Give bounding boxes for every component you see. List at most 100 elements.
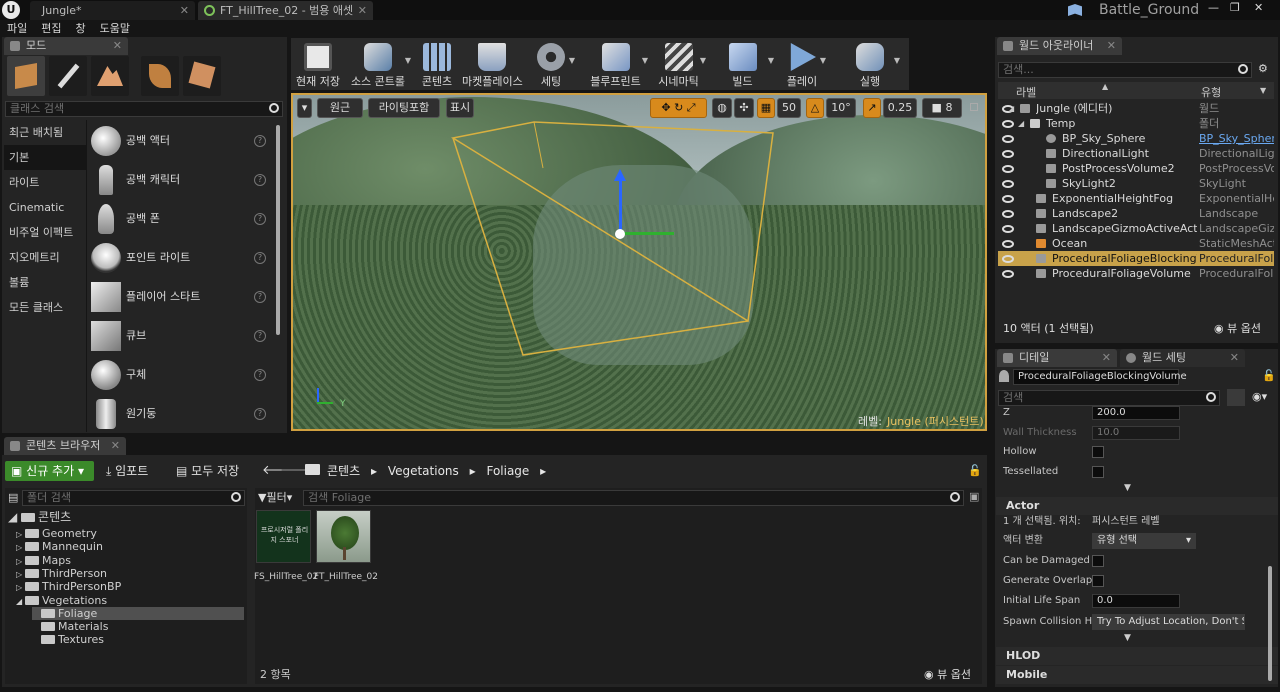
outliner-view-options[interactable]: ◉ 뷰 옵션 <box>1214 320 1261 336</box>
gizmo-z-axis[interactable] <box>619 175 622 233</box>
chevron-down-icon[interactable]: ▼ <box>1260 86 1266 95</box>
chevron-right-icon[interactable]: ▸ <box>533 464 553 478</box>
camera-speed-button[interactable]: ■ 8 <box>922 98 962 118</box>
collapsed-icon[interactable]: ▷ <box>16 581 25 594</box>
folder-search-input[interactable]: 폴더 검색 <box>22 490 245 506</box>
foliage-mode-button[interactable] <box>141 56 179 96</box>
tree-folder[interactable]: Textures <box>32 633 104 646</box>
close-icon[interactable]: ✕ <box>1230 349 1239 367</box>
visibility-eye-icon[interactable] <box>1002 120 1014 128</box>
tab-jungle[interactable]: Jungle* ✕ <box>30 1 195 20</box>
chevron-down-icon[interactable]: ▼ <box>768 56 774 65</box>
item-empty-character[interactable]: 공백 캐릭터 ? <box>88 161 276 199</box>
viewport-options-button[interactable]: ▾ <box>297 98 312 118</box>
visibility-eye-icon[interactable] <box>1002 195 1014 203</box>
spawn-collision-dropdown[interactable]: Try To Adjust Location, Don't S <box>1092 614 1245 630</box>
save-all-button[interactable]: ▤ 모두 저장 <box>176 461 239 481</box>
category-volumes[interactable]: 볼륨 <box>4 270 86 295</box>
lock-icon[interactable]: 🔓 <box>968 464 982 477</box>
item-point-light[interactable]: 포인트 라이트 ? <box>88 239 276 277</box>
rotation-snap-toggle[interactable]: △ <box>806 98 824 118</box>
launch-button[interactable]: 실행 ▼ <box>840 40 900 88</box>
tessellated-checkbox[interactable] <box>1092 466 1104 478</box>
settings-icon[interactable]: ⚙ <box>1258 62 1268 75</box>
view-mode-button[interactable]: 라이팅포함 <box>368 98 440 118</box>
scrollbar[interactable] <box>276 125 280 335</box>
details-scrollbar[interactable] <box>1268 566 1272 681</box>
paint-mode-button[interactable] <box>49 56 87 96</box>
mobile-category-header[interactable]: Mobile <box>996 666 1278 684</box>
chevron-down-icon[interactable]: ▼ <box>820 56 826 65</box>
column-label[interactable]: 라벨 <box>1016 84 1036 100</box>
scale-snap-toggle[interactable]: ↗ <box>863 98 881 118</box>
help-icon[interactable]: ? <box>254 408 266 420</box>
outliner-row[interactable]: ExponentialHeightFog ExponentialHeig <box>998 191 1274 206</box>
visibility-eye-icon[interactable] <box>1002 240 1014 248</box>
help-icon[interactable]: ? <box>254 330 266 342</box>
asset-view-options[interactable]: ◉ 뷰 옵션 <box>924 666 971 682</box>
perspective-button[interactable]: 원근 <box>317 98 363 118</box>
can-be-damaged-checkbox[interactable] <box>1092 555 1104 567</box>
category-lights[interactable]: 라이트 <box>4 170 86 195</box>
tree-folder[interactable]: ▷ Maps <box>16 554 71 567</box>
category-geometry[interactable]: 지오메트리 <box>4 245 86 270</box>
grid-size-button[interactable]: 50 <box>777 98 801 118</box>
eye-icon[interactable]: ◉▾ <box>1252 390 1267 403</box>
z-value-field[interactable]: 200.0 <box>1092 406 1180 420</box>
tab-world-outliner[interactable]: 월드 아웃라이너 ✕ <box>997 37 1122 55</box>
collapsed-icon[interactable]: ▷ <box>16 541 25 554</box>
surface-snap-button[interactable]: ✣ <box>734 98 754 118</box>
class-search-input[interactable]: 클래스 검색 <box>5 101 283 117</box>
settings-button[interactable]: 세팅 ▼ <box>527 40 575 88</box>
menu-file[interactable]: 파일 <box>0 20 34 37</box>
marketplace-button[interactable]: 마켓플레이스 <box>462 40 523 88</box>
chevron-down-icon[interactable]: ▼ <box>569 56 575 65</box>
transform-tools[interactable]: ✥ ↻ ⤢ <box>650 98 707 118</box>
close-icon[interactable]: ✕ <box>111 437 120 455</box>
close-icon[interactable]: ✕ <box>358 1 367 20</box>
place-mode-button[interactable] <box>7 56 45 96</box>
tree-folder[interactable]: ◢ Vegetations <box>16 594 107 607</box>
outliner-row[interactable]: BP_Sky_Sphere BP_Sky_Sphere <box>998 131 1274 146</box>
help-icon[interactable]: ? <box>254 135 266 147</box>
outliner-row[interactable]: SkyLight2 SkyLight <box>998 176 1274 191</box>
visibility-eye-icon[interactable] <box>1002 180 1014 188</box>
filter-button[interactable]: ▼필터▾ <box>258 490 292 505</box>
close-icon[interactable]: ✕ <box>1107 37 1116 55</box>
tree-folder[interactable]: ▷ ThirdPerson <box>16 567 107 580</box>
outliner-row[interactable]: PostProcessVolume2 PostProcessVol <box>998 161 1274 176</box>
expand-arrow-icon[interactable]: ◢ <box>1008 101 1014 116</box>
item-cube[interactable]: 큐브 ? <box>88 317 276 355</box>
visibility-eye-icon[interactable] <box>1002 270 1014 278</box>
gizmo-y-axis[interactable] <box>622 232 674 235</box>
breadcrumb-content[interactable]: 콘텐츠 <box>327 464 360 478</box>
asset-search-input[interactable]: 검색 Foliage <box>303 490 964 506</box>
scale-size-button[interactable]: 0.25 <box>883 98 917 118</box>
build-button[interactable]: 빌드 ▼ <box>711 40 774 88</box>
add-new-button[interactable]: ▣ 신규 추가 ▾ <box>5 461 94 481</box>
save-search-icon[interactable]: ▣ <box>969 490 979 503</box>
outliner-row[interactable]: ProceduralFoliageVolume ProceduralFolia <box>998 266 1274 281</box>
breadcrumb-vegetations[interactable]: Vegetations <box>388 464 459 478</box>
sources-toggle-icon[interactable]: ▤ <box>8 491 18 504</box>
life-span-field[interactable]: 0.0 <box>1092 594 1180 608</box>
tab-asset[interactable]: FT_HillTree_02 - 범용 애셋 ✕ <box>198 1 373 20</box>
hlod-category-header[interactable]: HLOD <box>996 647 1278 665</box>
outliner-row[interactable]: ◢ Jungle (에디터) 월드 <box>998 101 1274 116</box>
chevron-right-icon[interactable]: ▸ <box>364 464 384 478</box>
item-sphere[interactable]: 구체 ? <box>88 356 276 394</box>
expand-icon[interactable]: ▼ <box>1124 483 1131 493</box>
outliner-row[interactable]: LandscapeGizmoActiveActor2LandscapeGizm <box>998 221 1274 236</box>
category-basic[interactable]: 기본 <box>4 145 86 170</box>
blueprints-button[interactable]: 블루프린트 ▼ <box>583 40 648 88</box>
hollow-checkbox[interactable] <box>1092 446 1104 458</box>
visibility-eye-icon[interactable] <box>1002 165 1014 173</box>
chevron-down-icon[interactable]: ▼ <box>700 56 706 65</box>
source-control-button[interactable]: 소스 콘트롤 ▼ <box>345 40 411 88</box>
convert-actor-dropdown[interactable]: 유형 선택 ▾ <box>1092 533 1196 549</box>
chevron-down-icon[interactable]: ▼ <box>642 56 648 65</box>
chevron-down-icon[interactable]: ▼ <box>894 56 900 65</box>
grid-snap-toggle[interactable]: ▦ <box>757 98 775 118</box>
maximize-viewport-icon[interactable] <box>970 103 978 111</box>
play-button[interactable]: 플레이 ▼ <box>778 40 826 88</box>
